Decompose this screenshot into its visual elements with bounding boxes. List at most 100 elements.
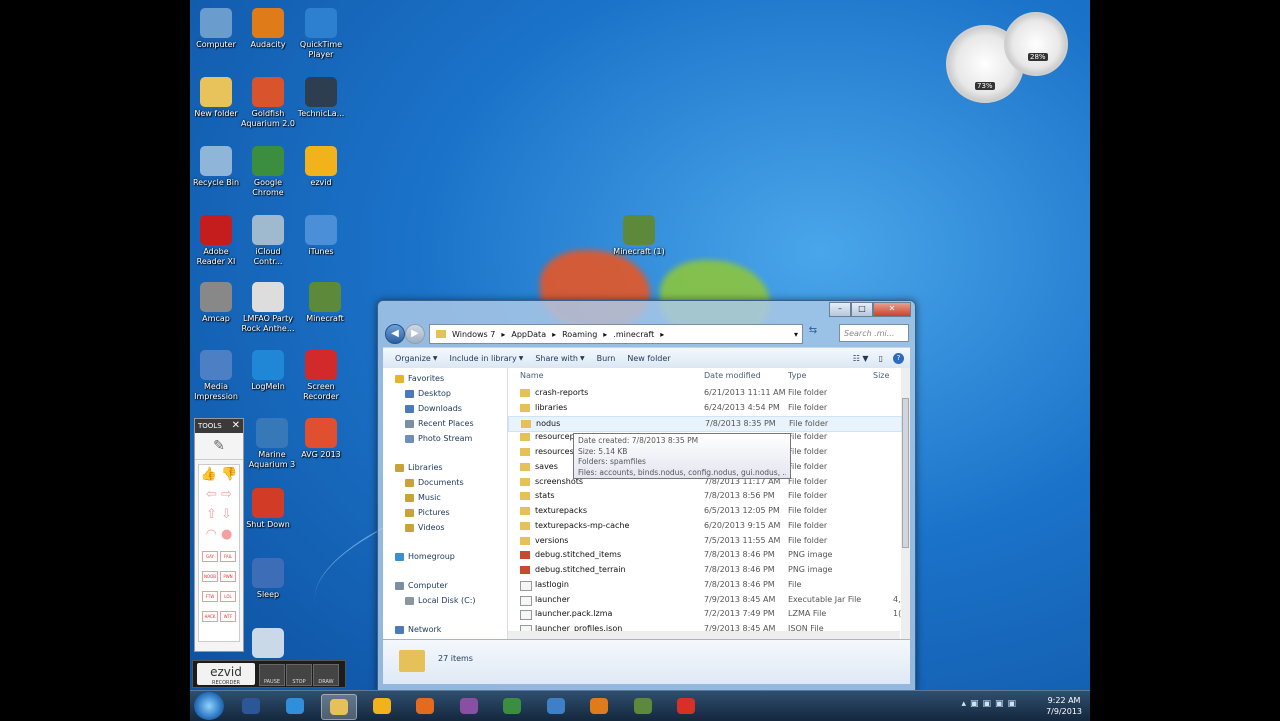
breadcrumb-roaming[interactable]: Roaming [562, 330, 597, 339]
desktop-icon[interactable]: Marine Aquarium 3 [244, 418, 300, 470]
nav-item[interactable]: Videos [405, 523, 445, 532]
nav-item[interactable]: Music [405, 493, 441, 502]
breadcrumb-appdata[interactable]: AppData [511, 330, 546, 339]
taskbar-button[interactable] [278, 694, 312, 718]
desktop-icon[interactable]: QuickTime Player [293, 8, 349, 60]
vertical-scrollbar[interactable] [901, 368, 910, 639]
forward-button[interactable]: ▶ [405, 324, 425, 344]
taskbar-button[interactable] [234, 694, 268, 718]
maximize-button[interactable]: □ [851, 302, 873, 317]
file-row[interactable]: versions 7/5/2013 11:55 AM File folder [508, 534, 900, 548]
breadcrumb-minecraft[interactable]: .minecraft [613, 330, 654, 339]
column-size[interactable]: Size [873, 371, 889, 380]
desktop-icon[interactable]: AVG 2013 [293, 418, 349, 460]
taskbar-button[interactable] [408, 694, 442, 718]
stop-button[interactable]: STOP [286, 664, 312, 686]
desktop-icon[interactable]: Shut Down [240, 488, 296, 530]
draw-button[interactable]: DRAW [313, 664, 339, 686]
arrow-stamps-lr[interactable]: ⇦ ⇨ [199, 485, 239, 505]
nav-item[interactable]: Network [395, 625, 441, 634]
share-with-menu[interactable]: Share with [535, 354, 578, 363]
nav-item[interactable]: Computer [395, 581, 448, 590]
desktop-icon-label: ezvid [310, 178, 332, 187]
desktop-icon[interactable]: New folder [188, 77, 244, 119]
misc-stamps[interactable]: ◠ ● [199, 525, 239, 545]
file-row[interactable]: libraries 6/24/2013 4:54 PM File folder [508, 401, 900, 415]
file-row[interactable]: stats 7/8/2013 8:56 PM File folder [508, 489, 900, 503]
nav-item[interactable]: Favorites [395, 374, 444, 383]
include-in-library-menu[interactable]: Include in library [449, 354, 516, 363]
desktop-icon[interactable]: Goldfish Aquarium 2.0 [240, 77, 296, 129]
desktop-icon[interactable]: TechnicLa... [293, 77, 349, 119]
help-icon[interactable]: ? [893, 352, 904, 364]
arrow-stamps-ud[interactable]: ⇧ ⇩ [199, 505, 239, 525]
horizontal-scrollbar[interactable] [508, 631, 900, 639]
address-bar[interactable]: Windows 7 ▸ AppData ▸ Roaming ▸ .minecraft ▸… [429, 324, 803, 344]
desktop-icon[interactable] [240, 628, 296, 660]
nav-item[interactable]: Recent Places [405, 419, 474, 428]
taskbar-button[interactable] [626, 694, 660, 718]
desktop-icon[interactable]: Google Chrome [240, 146, 296, 198]
new-folder-button[interactable]: New folder [627, 354, 670, 363]
burn-button[interactable]: Burn [597, 354, 616, 363]
desktop-icon[interactable]: iCloud Contr... [240, 215, 296, 267]
taskbar-button[interactable] [321, 694, 357, 720]
thumb-stamps[interactable]: 👍 👎 [199, 465, 239, 485]
organize-menu[interactable]: Organize [395, 354, 431, 363]
file-row[interactable]: nodus 7/8/2013 8:35 PM File folder [508, 415, 902, 432]
desktop-icon[interactable]: Amcap [188, 282, 244, 324]
taskbar-button[interactable] [365, 694, 399, 718]
taskbar-button[interactable] [669, 694, 703, 718]
desktop-icon[interactable]: LMFAO Party Rock Anthe... [240, 282, 296, 334]
desktop-icon[interactable]: Media Impression [188, 350, 244, 402]
desktop-icon[interactable]: ezvid [293, 146, 349, 188]
nav-item[interactable]: Downloads [405, 404, 462, 413]
taskbar-button[interactable] [539, 694, 573, 718]
nav-item[interactable]: Libraries [395, 463, 443, 472]
desktop-icon[interactable]: Audacity [240, 8, 296, 50]
pause-button[interactable]: PAUSE [259, 664, 285, 686]
column-type[interactable]: Type [788, 371, 806, 380]
file-row[interactable]: lastlogin 7/8/2013 8:46 PM File [508, 578, 900, 592]
nav-item[interactable]: Desktop [405, 389, 451, 398]
back-button[interactable]: ◀ [385, 324, 405, 344]
nav-item[interactable]: Pictures [405, 508, 450, 517]
file-row[interactable]: texturepacks-mp-cache 6/20/2013 9:15 AM Fi… [508, 519, 900, 533]
view-options-icon[interactable]: ☷ ▼ [853, 354, 869, 363]
address-dropdown-icon[interactable]: ▾ [794, 330, 798, 339]
minimize-button[interactable]: – [829, 302, 851, 317]
close-button[interactable]: ✕ [873, 302, 911, 317]
clock[interactable]: 9:22 AM 7/9/2013 [1046, 695, 1082, 717]
nav-item[interactable]: Local Disk (C:) [405, 596, 476, 605]
nav-item[interactable]: Photo Stream [405, 434, 472, 443]
taskbar-button[interactable] [452, 694, 486, 718]
search-input[interactable]: Search .mi... [839, 324, 909, 342]
brush-icon[interactable]: ✎ [195, 433, 243, 460]
file-row[interactable]: texturepacks 6/5/2013 12:05 PM File folder [508, 504, 900, 518]
column-name[interactable]: Name [520, 371, 544, 380]
desktop-icon[interactable]: iTunes [293, 215, 349, 257]
desktop-icon[interactable]: Screen Recorder [293, 350, 349, 402]
start-button[interactable] [194, 692, 224, 720]
tools-close-button[interactable]: ✕ [232, 419, 240, 433]
taskbar-button[interactable] [495, 694, 529, 718]
desktop-icon[interactable]: Computer [188, 8, 244, 50]
file-row[interactable]: launcher 7/9/2013 8:45 AM Executable Jar F… [508, 593, 901, 607]
nav-item[interactable]: Documents [405, 478, 464, 487]
desktop-icon[interactable]: Recycle Bin [188, 146, 244, 188]
desktop-icon[interactable]: Adobe Reader XI [188, 215, 244, 267]
desktop-icon[interactable]: LogMeIn [240, 350, 296, 392]
file-row[interactable]: debug.stitched_terrain 7/8/2013 8:46 PM PN… [508, 563, 900, 577]
desktop-icon[interactable]: Minecraft [297, 282, 353, 324]
file-row[interactable]: crash-reports 6/21/2013 11:11 AM File fold… [508, 386, 900, 400]
nav-item[interactable]: Homegroup [395, 552, 455, 561]
column-date[interactable]: Date modified [704, 371, 761, 380]
breadcrumb-windows7[interactable]: Windows 7 [452, 330, 495, 339]
file-row[interactable]: launcher.pack.lzma 7/2/2013 7:49 PM LZMA F… [508, 607, 901, 621]
preview-pane-icon[interactable]: ▯ [879, 354, 883, 363]
refresh-button[interactable]: ⇆ [805, 325, 821, 341]
desktop-icon[interactable]: Sleep [240, 558, 296, 600]
desktop-icon[interactable]: Minecraft (1) [611, 215, 667, 257]
taskbar-button[interactable] [582, 694, 616, 718]
file-row[interactable]: debug.stitched_items 7/8/2013 8:46 PM PNG … [508, 548, 900, 562]
